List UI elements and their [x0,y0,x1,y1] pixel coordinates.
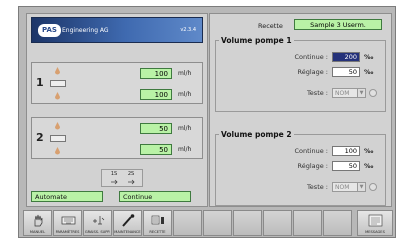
recipe-icon [151,215,164,225]
pump-number: 1 [36,76,44,89]
toolbar-label: PARAMÈTRES [55,230,80,234]
flow-value-field[interactable]: 50 [140,123,172,134]
empty-toolbar-slot [203,210,232,236]
settings-panel: Recette Sample 3 Userm. Volume pompe 1 C… [209,13,392,207]
grease-icon [93,216,105,225]
hmi-window: PAS Engineering AG v2.3.4 1 100 ml/h 100… [18,6,396,238]
mode-status: Automate [31,191,103,202]
group-title: Volume pompe 2 [219,130,294,139]
keyboard-icon [61,216,76,225]
empty-toolbar-slot [323,210,352,236]
continue-label: Continue : [294,147,328,155]
teste-select-value: NOM [335,90,350,97]
empty-toolbar-slot [263,210,292,236]
empty-toolbar-slot [173,210,202,236]
recette-value[interactable]: Sample 3 Userm. [294,19,382,30]
hand-icon [34,214,43,227]
toolbar-label: MANUEL [29,230,46,234]
run-status: Continue [119,191,191,202]
empty-toolbar-slot [293,210,322,236]
toolbar-label: MESSAGES [365,230,385,234]
drop-icon [55,147,60,155]
wrench-icon [122,214,135,227]
flow-unit: ml/h [178,70,192,77]
teste-label: Teste : [306,183,328,191]
toolbar-label: GRAISS. SUPP. [84,230,111,234]
continue-input[interactable]: 100 [332,146,360,156]
parametres-button[interactable]: PARAMÈTRES [53,210,82,236]
flow-value-field[interactable]: 100 [140,68,172,79]
drop-icon [55,122,60,130]
step-2-label: 2S [127,171,135,177]
messages-icon [368,214,383,227]
reglage-label: Réglage : [297,162,328,170]
pump-2-block: 2 50 ml/h 50 ml/h [31,117,203,159]
chevron-down-icon: ▼ [357,89,365,97]
maintenance-button[interactable]: MAINTENANCE [113,210,142,236]
header-banner: PAS Engineering AG v2.3.4 [31,17,203,43]
volume-pump-1-group: Volume pompe 1 Continue : 200 ‰ Réglage … [215,36,386,112]
pump-icon [50,135,66,142]
flow-unit: ml/h [178,125,192,132]
teste-label: Teste : [306,89,328,97]
pumps-panel: PAS Engineering AG v2.3.4 1 100 ml/h 100… [26,13,208,207]
flow-value-field[interactable]: 50 [140,144,172,155]
continue-label: Continue : [294,53,328,61]
recette-label: Recette [258,22,283,30]
version-label: v2.3.4 [180,27,196,33]
graiss-supp-button[interactable]: GRAISS. SUPP. [83,210,112,236]
flow-value-field[interactable]: 100 [140,89,172,100]
teste-select[interactable]: NOM ▼ [332,88,366,98]
step-arrows-icon [111,179,135,185]
drop-icon [55,92,60,100]
teste-radio[interactable] [369,183,377,191]
pump-icon [50,80,66,87]
teste-select-value: NOM [335,184,350,191]
flow-unit: ml/h [178,146,192,153]
pump-1-block: 1 100 ml/h 100 ml/h [31,62,203,104]
company-name: Engineering AG [62,27,109,34]
step-1-label: 1S [110,171,118,177]
reglage-input[interactable]: 50 [332,67,360,77]
permille-unit: ‰ [364,162,374,170]
permille-unit: ‰ [364,68,374,76]
teste-radio[interactable] [369,89,377,97]
messages-button[interactable]: MESSAGES [357,210,393,236]
teste-select[interactable]: NOM ▼ [332,182,366,192]
group-title: Volume pompe 1 [219,36,294,45]
drop-icon [55,67,60,75]
flow-unit: ml/h [178,91,192,98]
reglage-label: Réglage : [297,68,328,76]
chevron-down-icon: ▼ [357,183,365,191]
pump-number: 2 [36,131,44,144]
step-indicator: 1S 2S [101,169,143,187]
recette-button[interactable]: RECETTE [143,210,172,236]
toolbar-label: MAINTENANCE [114,230,141,234]
continue-input[interactable]: 200 [332,52,360,62]
bottom-toolbar: MANUEL PARAMÈTRES GRAISS. SUPP. MAINTENA… [23,210,393,236]
empty-toolbar-slot [233,210,262,236]
manuel-button[interactable]: MANUEL [23,210,52,236]
toolbar-label: RECETTE [149,230,166,234]
pas-logo: PAS [38,24,61,37]
reglage-input[interactable]: 50 [332,161,360,171]
volume-pump-2-group: Volume pompe 2 Continue : 100 ‰ Réglage … [215,130,386,206]
permille-unit: ‰ [364,53,374,61]
permille-unit: ‰ [364,147,374,155]
